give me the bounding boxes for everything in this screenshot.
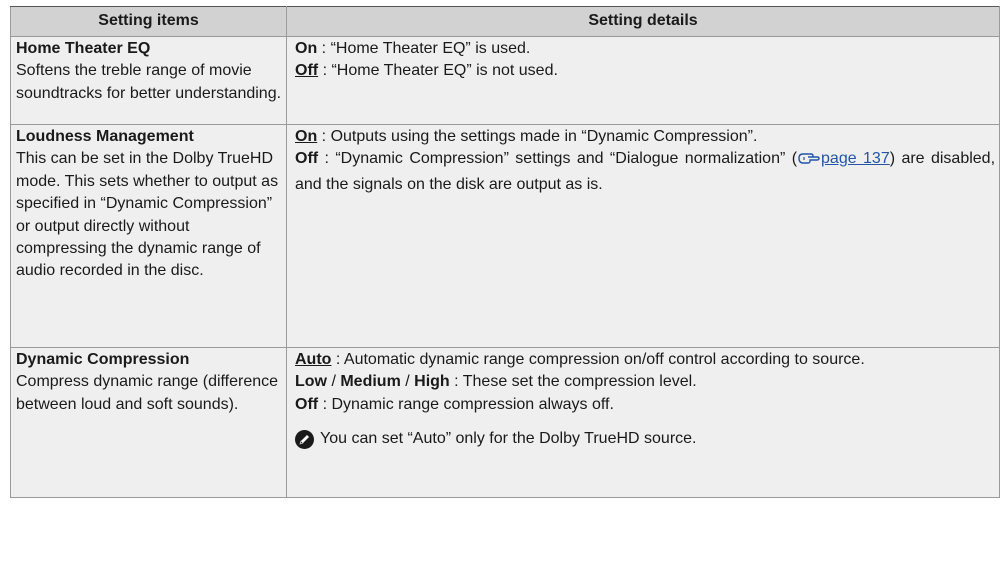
setting-item-cell: Loudness Management This can be set in t… bbox=[10, 124, 287, 348]
setting-title: Loudness Management bbox=[16, 128, 194, 145]
setting-detail-cell: On : “Home Theater EQ” is used. Off : “H… bbox=[286, 36, 1000, 125]
pencil-icon bbox=[295, 429, 314, 449]
setting-item-cell: Dynamic Compression Compress dynamic ran… bbox=[10, 347, 287, 498]
option-line: Off : Dynamic range compression always o… bbox=[295, 394, 995, 416]
table-row: Dynamic Compression Compress dynamic ran… bbox=[10, 347, 1000, 498]
option-label: Medium bbox=[340, 373, 401, 391]
setting-description: Softens the treble range of movie soundt… bbox=[16, 62, 282, 102]
option-label: High bbox=[414, 373, 450, 391]
setting-item-cell: Home Theater EQ Softens the treble range… bbox=[10, 36, 287, 125]
option-line: Auto : Automatic dynamic range compressi… bbox=[295, 349, 995, 371]
option-separator: / bbox=[400, 373, 415, 391]
option-text: : “Home Theater EQ” is used. bbox=[321, 40, 531, 57]
note: You can set “Auto” only for the Dolby Tr… bbox=[295, 428, 995, 450]
setting-title: Dynamic Compression bbox=[16, 351, 190, 368]
option-text: : Outputs using the settings made in “Dy… bbox=[321, 128, 758, 145]
option-label: Off bbox=[295, 395, 319, 413]
option-label-default: Off bbox=[295, 62, 319, 80]
page-reference-link[interactable]: page 137 bbox=[821, 150, 890, 167]
option-label: Off bbox=[295, 150, 319, 168]
option-line: On : Outputs using the settings made in … bbox=[295, 126, 995, 148]
option-line: On : “Home Theater EQ” is used. bbox=[295, 38, 995, 60]
table-row: Loudness Management This can be set in t… bbox=[10, 124, 1000, 348]
note-text: You can set “Auto” only for the Dolby Tr… bbox=[320, 430, 697, 448]
option-label: Low bbox=[295, 373, 327, 391]
option-text: : These set the compression level. bbox=[454, 373, 697, 391]
settings-table: Setting items Setting details Home Theat… bbox=[10, 6, 1000, 498]
table-header: Setting items Setting details bbox=[10, 6, 1000, 37]
setting-detail-cell: On : Outputs using the settings made in … bbox=[286, 124, 1000, 348]
setting-detail-cell: Auto : Automatic dynamic range compressi… bbox=[286, 347, 1000, 498]
option-text: : “Home Theater EQ” is not used. bbox=[322, 62, 558, 80]
header-setting-details: Setting details bbox=[286, 6, 1000, 37]
option-label-default: Auto bbox=[295, 351, 332, 368]
option-text: : “Dynamic Compression” settings and “Di… bbox=[324, 150, 798, 168]
option-line: Low / Medium / High : These set the comp… bbox=[295, 371, 995, 393]
setting-description: This can be set in the Dolby TrueHD mode… bbox=[16, 150, 279, 280]
option-line: Off : “Home Theater EQ” is not used. bbox=[295, 60, 995, 82]
option-separator: / bbox=[327, 373, 341, 391]
header-setting-items: Setting items bbox=[10, 6, 287, 37]
table-row: Home Theater EQ Softens the treble range… bbox=[10, 36, 1000, 125]
setting-title: Home Theater EQ bbox=[16, 40, 151, 57]
option-label-default: On bbox=[295, 128, 318, 145]
option-line: Off : “Dynamic Compression” settings and… bbox=[295, 148, 995, 196]
option-text: : Automatic dynamic range compression on… bbox=[335, 351, 865, 368]
pointing-hand-icon bbox=[798, 149, 820, 173]
setting-description: Compress dynamic range (difference betwe… bbox=[16, 373, 279, 413]
option-label: On bbox=[295, 40, 318, 57]
option-text: : Dynamic range compression always off. bbox=[322, 395, 614, 413]
